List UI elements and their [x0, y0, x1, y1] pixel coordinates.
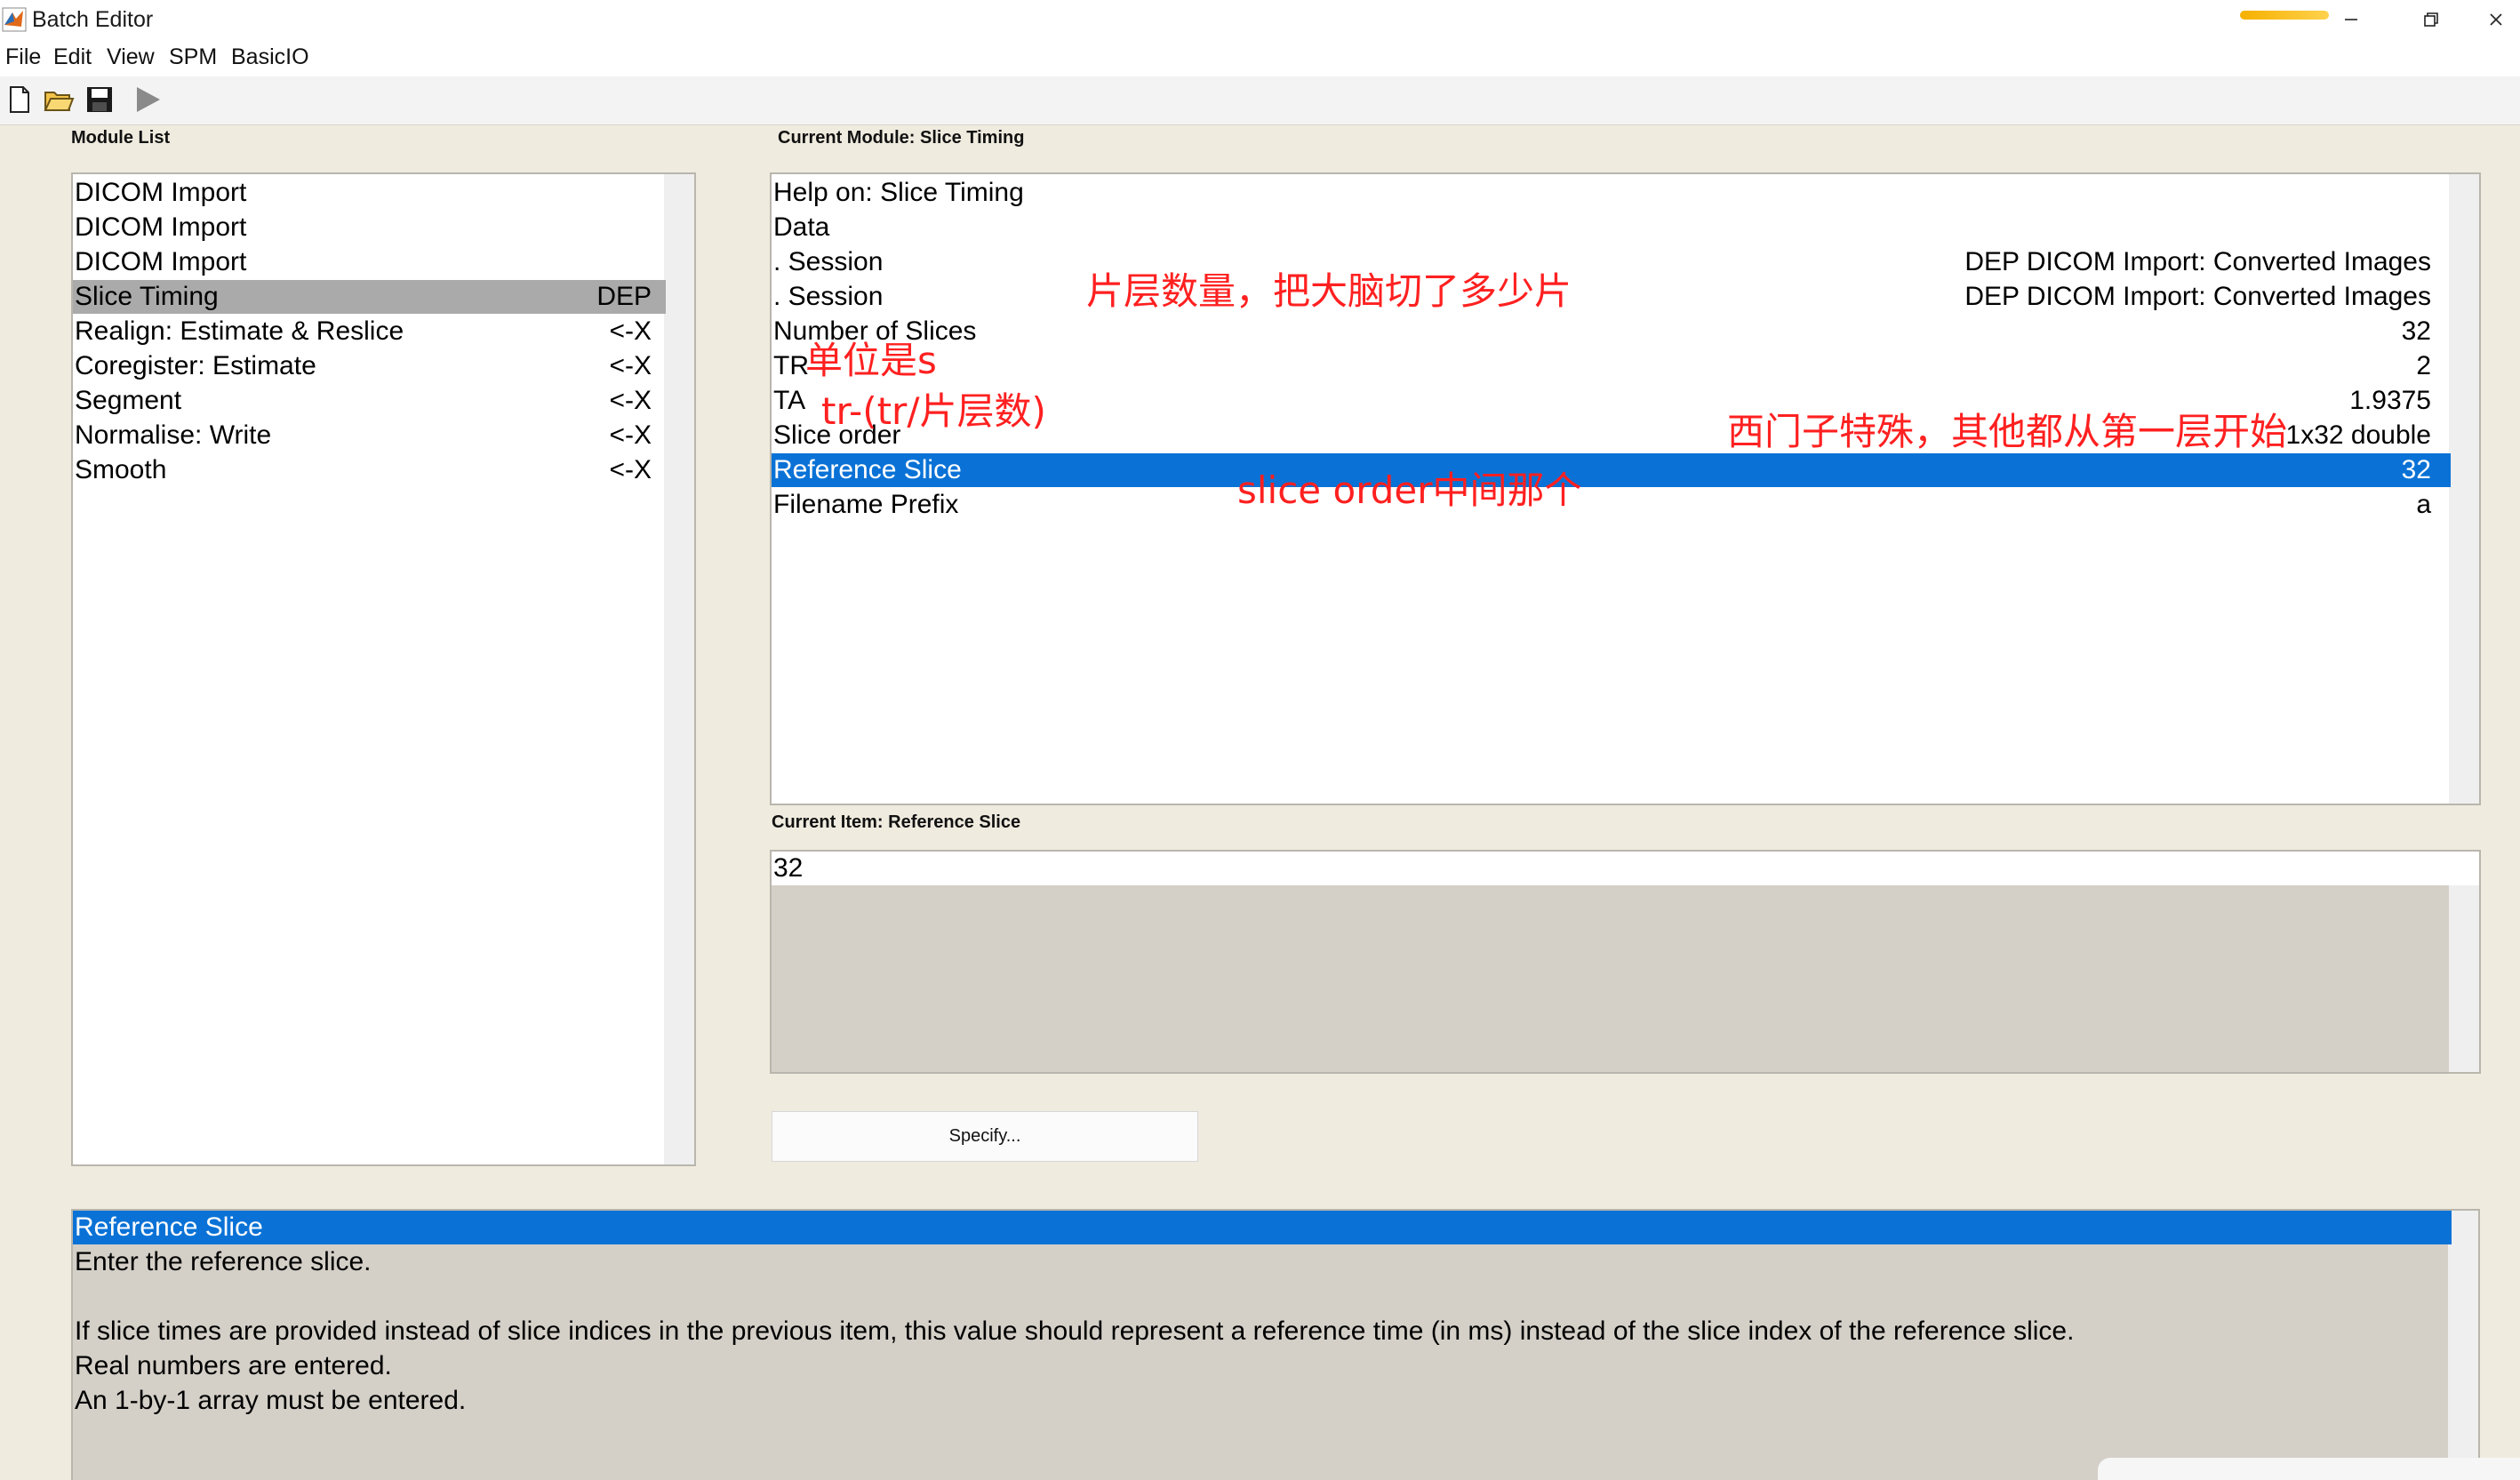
help-line: If slice times are provided instead of s… — [75, 1316, 2075, 1346]
current-module-label: Current Module: Slice Timing — [778, 128, 1025, 148]
item-filename-prefix[interactable]: Filename Prefix a — [772, 488, 2451, 522]
help-line: Real numbers are entered. — [75, 1351, 392, 1380]
restore-icon — [2424, 12, 2438, 27]
current-value: 32 — [773, 853, 804, 883]
specify-button[interactable]: Specify... — [772, 1111, 1198, 1162]
help-scrollbar[interactable] — [2448, 1211, 2478, 1480]
module-list-item[interactable]: Normalise: Write <-X — [73, 419, 666, 452]
current-module-items[interactable]: Help on: Slice Timing Data . Session DEP… — [770, 172, 2481, 805]
menu-file[interactable]: File — [5, 44, 41, 70]
title-bar: Batch Editor — [0, 0, 2520, 39]
module-list-label: Module List — [71, 128, 171, 148]
maximize-button[interactable] — [2391, 0, 2471, 39]
minimize-button[interactable] — [2311, 0, 2391, 39]
item-tr[interactable]: TR 2 — [772, 349, 2451, 383]
menu-edit[interactable]: Edit — [53, 44, 92, 70]
item-number-of-slices[interactable]: Number of Slices 32 — [772, 315, 2451, 348]
annotation-ta: tr-(tr/片层数) — [821, 389, 1046, 433]
item-reference-slice-selected[interactable]: Reference Slice 32 — [772, 453, 2451, 487]
close-button[interactable] — [2471, 0, 2520, 39]
module-list-item-selected[interactable]: Slice Timing DEP — [73, 280, 666, 314]
help-panel: Reference Slice Enter the reference slic… — [71, 1209, 2480, 1480]
item-session[interactable]: . Session DEP DICOM Import: Converted Im… — [772, 280, 2451, 314]
annotation-tr: 单位是s — [805, 339, 937, 382]
module-list-item[interactable]: DICOM Import — [73, 211, 666, 244]
module-list-item[interactable]: Coregister: Estimate <-X — [73, 349, 666, 383]
item-session[interactable]: . Session DEP DICOM Import: Converted Im… — [772, 245, 2451, 279]
current-value-list[interactable]: 32 — [770, 850, 2481, 1074]
menu-spm[interactable]: SPM — [169, 44, 217, 70]
module-list-item[interactable]: Segment <-X — [73, 384, 666, 418]
toolbar — [0, 76, 2520, 125]
menu-bar: File Edit View SPM BasicIO — [0, 39, 2520, 76]
window-title: Batch Editor — [32, 7, 154, 32]
help-line: An 1-by-1 array must be entered. — [75, 1386, 467, 1415]
item-help[interactable]: Help on: Slice Timing — [772, 176, 2451, 210]
module-list-item[interactable]: Smooth <-X — [73, 453, 666, 487]
close-icon — [2489, 13, 2502, 26]
module-list-item[interactable]: DICOM Import — [73, 176, 666, 210]
current-value-row[interactable]: 32 — [772, 852, 2479, 885]
help-line: Enter the reference slice. — [75, 1247, 372, 1276]
help-title: Reference Slice — [73, 1211, 2452, 1244]
open-folder-icon[interactable] — [43, 84, 75, 116]
module-list-item[interactable]: DICOM Import — [73, 245, 666, 279]
new-file-icon[interactable] — [4, 84, 36, 116]
matlab-icon — [2, 7, 27, 32]
run-icon[interactable] — [132, 84, 164, 116]
save-icon[interactable] — [84, 84, 116, 116]
menu-view[interactable]: View — [107, 44, 155, 70]
module-list-scrollbar[interactable] — [664, 174, 694, 1164]
annotation-slice-order: 西门子特殊，其他都从第一层开始 — [1727, 410, 2288, 453]
system-tray-fragment — [2098, 1458, 2520, 1480]
annotation-reference-slice: slice order中间那个 — [1237, 468, 1582, 512]
items-scrollbar[interactable] — [2449, 174, 2479, 804]
item-data[interactable]: Data — [772, 211, 2451, 244]
module-list-item[interactable]: Realign: Estimate & Reslice <-X — [73, 315, 666, 348]
annotation-slices: 片层数量，把大脑切了多少片 — [1086, 269, 1572, 313]
module-list[interactable]: DICOM Import DICOM Import DICOM Import S… — [71, 172, 696, 1166]
batch-editor-window: Batch Editor File Edit View SPM BasicIO — [0, 0, 2520, 1480]
minimize-icon — [2345, 19, 2357, 20]
menu-basicio[interactable]: BasicIO — [231, 44, 309, 70]
current-item-label: Current Item: Reference Slice — [772, 812, 1021, 832]
